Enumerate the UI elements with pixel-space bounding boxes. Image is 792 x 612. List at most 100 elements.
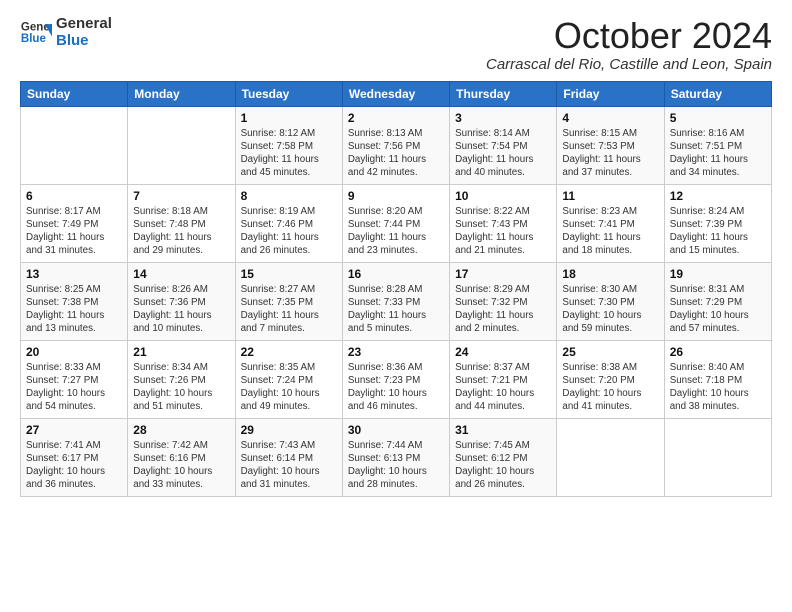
calendar-week-2: 6 Sunrise: 8:17 AM Sunset: 7:49 PM Daylig… — [21, 184, 772, 262]
day-number: 26 — [670, 345, 766, 359]
calendar-cell: 26 Sunrise: 8:40 AM Sunset: 7:18 PM Dayli… — [664, 340, 771, 418]
calendar-cell: 19Sunrise: 8:31 AM Sunset: 7:29 PM Dayli… — [664, 262, 771, 340]
day-number: 24 — [455, 345, 551, 359]
calendar-cell: 27 Sunrise: 7:41 AM Sunset: 6:17 PM Dayli… — [21, 418, 128, 496]
calendar-cell: 8 Sunrise: 8:19 AM Sunset: 7:46 PM Daylig… — [235, 184, 342, 262]
calendar-table: SundayMondayTuesdayWednesdayThursdayFrid… — [20, 81, 772, 497]
calendar-cell — [664, 418, 771, 496]
day-info: Sunrise: 7:43 AM Sunset: 6:14 PM Dayligh… — [241, 439, 337, 492]
logo-icon: General Blue — [20, 17, 52, 49]
day-info: Sunrise: 8:12 AM Sunset: 7:58 PM Dayligh… — [241, 127, 337, 180]
calendar-cell: 3Sunrise: 8:14 AM Sunset: 7:54 PM Daylig… — [450, 106, 557, 184]
day-number: 8 — [241, 189, 337, 203]
day-info: Sunrise: 7:45 AM Sunset: 6:12 PM Dayligh… — [455, 439, 551, 492]
day-info: Sunrise: 8:27 AM Sunset: 7:35 PM Dayligh… — [241, 283, 337, 336]
day-info: Sunrise: 8:22 AM Sunset: 7:43 PM Dayligh… — [455, 205, 551, 258]
calendar-cell: 7Sunrise: 8:18 AM Sunset: 7:48 PM Daylig… — [128, 184, 235, 262]
location-title: Carrascal del Rio, Castille and Leon, Sp… — [486, 56, 772, 73]
calendar-cell: 17 Sunrise: 8:29 AM Sunset: 7:32 PM Dayli… — [450, 262, 557, 340]
day-number: 25 — [562, 345, 658, 359]
calendar-cell: 12 Sunrise: 8:24 AM Sunset: 7:39 PM Dayli… — [664, 184, 771, 262]
day-info: Sunrise: 7:41 AM Sunset: 6:17 PM Dayligh… — [26, 439, 122, 492]
calendar-cell: 30 Sunrise: 7:44 AM Sunset: 6:13 PM Dayli… — [342, 418, 449, 496]
day-number: 16 — [348, 267, 444, 281]
col-header-friday: Friday — [557, 81, 664, 106]
calendar-cell: 2 Sunrise: 8:13 AM Sunset: 7:56 PM Daylig… — [342, 106, 449, 184]
day-info: Sunrise: 8:23 AM Sunset: 7:41 PM Dayligh… — [562, 205, 658, 258]
calendar-header-row: SundayMondayTuesdayWednesdayThursdayFrid… — [21, 81, 772, 106]
day-info: Sunrise: 7:42 AM Sunset: 6:16 PM Dayligh… — [133, 439, 229, 492]
col-header-tuesday: Tuesday — [235, 81, 342, 106]
calendar-cell: 13Sunrise: 8:25 AM Sunset: 7:38 PM Dayli… — [21, 262, 128, 340]
day-info: Sunrise: 8:17 AM Sunset: 7:49 PM Dayligh… — [26, 205, 122, 258]
day-info: Sunrise: 8:16 AM Sunset: 7:51 PM Dayligh… — [670, 127, 766, 180]
logo: General Blue General Blue — [20, 16, 112, 49]
calendar-week-3: 13Sunrise: 8:25 AM Sunset: 7:38 PM Dayli… — [21, 262, 772, 340]
day-info: Sunrise: 8:36 AM Sunset: 7:23 PM Dayligh… — [348, 361, 444, 414]
day-info: Sunrise: 8:13 AM Sunset: 7:56 PM Dayligh… — [348, 127, 444, 180]
day-number: 27 — [26, 423, 122, 437]
logo-blue: Blue — [56, 33, 112, 50]
day-info: Sunrise: 8:19 AM Sunset: 7:46 PM Dayligh… — [241, 205, 337, 258]
col-header-saturday: Saturday — [664, 81, 771, 106]
calendar-cell: 28 Sunrise: 7:42 AM Sunset: 6:16 PM Dayli… — [128, 418, 235, 496]
calendar-week-1: 1 Sunrise: 8:12 AM Sunset: 7:58 PM Daylig… — [21, 106, 772, 184]
day-number: 17 — [455, 267, 551, 281]
day-number: 2 — [348, 111, 444, 125]
calendar-cell: 24Sunrise: 8:37 AM Sunset: 7:21 PM Dayli… — [450, 340, 557, 418]
day-info: Sunrise: 8:28 AM Sunset: 7:33 PM Dayligh… — [348, 283, 444, 336]
day-number: 31 — [455, 423, 551, 437]
day-info: Sunrise: 8:29 AM Sunset: 7:32 PM Dayligh… — [455, 283, 551, 336]
day-number: 22 — [241, 345, 337, 359]
day-info: Sunrise: 8:31 AM Sunset: 7:29 PM Dayligh… — [670, 283, 766, 336]
calendar-cell — [557, 418, 664, 496]
day-info: Sunrise: 8:35 AM Sunset: 7:24 PM Dayligh… — [241, 361, 337, 414]
calendar-cell: 23Sunrise: 8:36 AM Sunset: 7:23 PM Dayli… — [342, 340, 449, 418]
svg-text:Blue: Blue — [21, 32, 47, 44]
day-number: 20 — [26, 345, 122, 359]
col-header-wednesday: Wednesday — [342, 81, 449, 106]
calendar-week-5: 27 Sunrise: 7:41 AM Sunset: 6:17 PM Dayli… — [21, 418, 772, 496]
day-number: 12 — [670, 189, 766, 203]
day-number: 4 — [562, 111, 658, 125]
day-number: 6 — [26, 189, 122, 203]
day-number: 3 — [455, 111, 551, 125]
page: General Blue General Blue October 2024 C… — [0, 0, 792, 612]
col-header-monday: Monday — [128, 81, 235, 106]
calendar-cell: 21Sunrise: 8:34 AM Sunset: 7:26 PM Dayli… — [128, 340, 235, 418]
day-number: 1 — [241, 111, 337, 125]
day-number: 14 — [133, 267, 229, 281]
calendar-week-4: 20 Sunrise: 8:33 AM Sunset: 7:27 PM Dayli… — [21, 340, 772, 418]
day-info: Sunrise: 8:40 AM Sunset: 7:18 PM Dayligh… — [670, 361, 766, 414]
day-info: Sunrise: 8:33 AM Sunset: 7:27 PM Dayligh… — [26, 361, 122, 414]
calendar-cell: 5 Sunrise: 8:16 AM Sunset: 7:51 PM Daylig… — [664, 106, 771, 184]
calendar-cell: 14 Sunrise: 8:26 AM Sunset: 7:36 PM Dayli… — [128, 262, 235, 340]
calendar-cell: 18Sunrise: 8:30 AM Sunset: 7:30 PM Dayli… — [557, 262, 664, 340]
day-info: Sunrise: 8:26 AM Sunset: 7:36 PM Dayligh… — [133, 283, 229, 336]
header: General Blue General Blue October 2024 C… — [20, 16, 772, 73]
calendar-cell: 1 Sunrise: 8:12 AM Sunset: 7:58 PM Daylig… — [235, 106, 342, 184]
day-number: 28 — [133, 423, 229, 437]
day-number: 15 — [241, 267, 337, 281]
day-number: 9 — [348, 189, 444, 203]
title-block: October 2024 Carrascal del Rio, Castille… — [486, 16, 772, 73]
day-number: 5 — [670, 111, 766, 125]
calendar-cell: 22 Sunrise: 8:35 AM Sunset: 7:24 PM Dayli… — [235, 340, 342, 418]
day-info: Sunrise: 8:38 AM Sunset: 7:20 PM Dayligh… — [562, 361, 658, 414]
day-info: Sunrise: 8:24 AM Sunset: 7:39 PM Dayligh… — [670, 205, 766, 258]
col-header-sunday: Sunday — [21, 81, 128, 106]
day-number: 30 — [348, 423, 444, 437]
calendar-cell: 29Sunrise: 7:43 AM Sunset: 6:14 PM Dayli… — [235, 418, 342, 496]
calendar-cell: 6 Sunrise: 8:17 AM Sunset: 7:49 PM Daylig… — [21, 184, 128, 262]
day-info: Sunrise: 8:30 AM Sunset: 7:30 PM Dayligh… — [562, 283, 658, 336]
month-title: October 2024 — [486, 16, 772, 56]
day-info: Sunrise: 8:18 AM Sunset: 7:48 PM Dayligh… — [133, 205, 229, 258]
day-info: Sunrise: 8:34 AM Sunset: 7:26 PM Dayligh… — [133, 361, 229, 414]
calendar-cell: 31 Sunrise: 7:45 AM Sunset: 6:12 PM Dayli… — [450, 418, 557, 496]
col-header-thursday: Thursday — [450, 81, 557, 106]
day-number: 11 — [562, 189, 658, 203]
day-info: Sunrise: 7:44 AM Sunset: 6:13 PM Dayligh… — [348, 439, 444, 492]
logo-general: General — [56, 16, 112, 33]
calendar-cell: 10Sunrise: 8:22 AM Sunset: 7:43 PM Dayli… — [450, 184, 557, 262]
calendar-cell — [21, 106, 128, 184]
